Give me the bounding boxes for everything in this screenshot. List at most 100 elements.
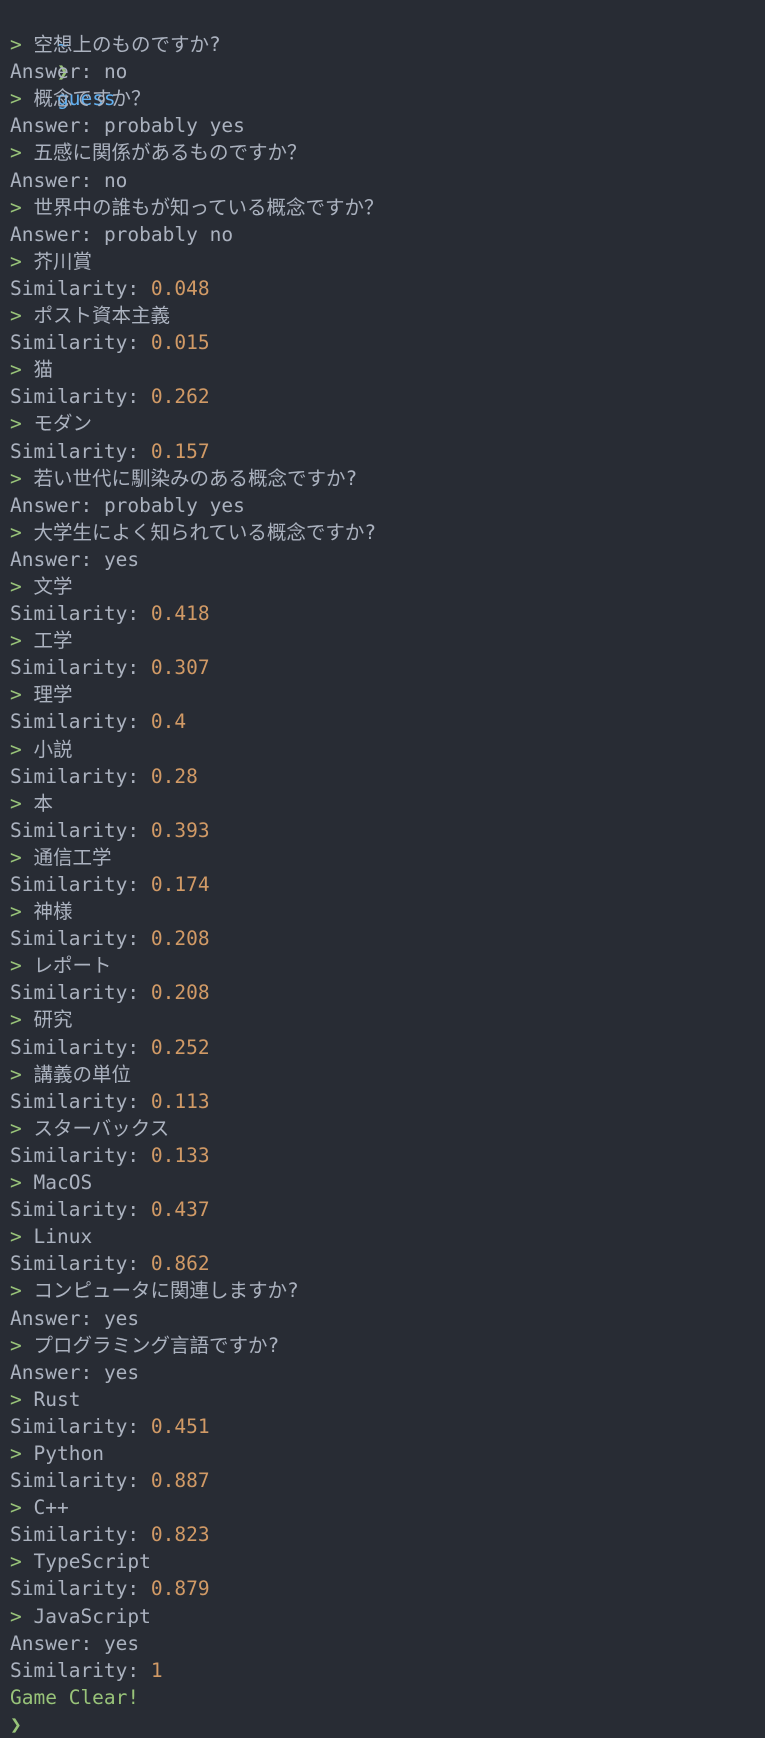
input-marker: > — [10, 87, 22, 111]
terminal-entry: > 芥川賞 Similarity: 0.048 — [10, 248, 765, 302]
similarity-line: Similarity: 0.133 — [10, 1142, 765, 1169]
input-line: > Linux — [10, 1223, 765, 1250]
similarity-line: Similarity: 0.048 — [10, 275, 765, 302]
terminal-entry: > 研究 Similarity: 0.252 — [10, 1006, 765, 1060]
answer-label: Answer: — [10, 168, 93, 192]
terminal-entry: > スターバックス Similarity: 0.133 — [10, 1115, 765, 1169]
similarity-line: Similarity: 0.208 — [10, 979, 765, 1006]
similarity-line: Similarity: 0.393 — [10, 817, 765, 844]
similarity-line: Similarity: 0.262 — [10, 383, 765, 410]
similarity-label: Similarity: — [10, 385, 140, 409]
input-marker: > — [10, 900, 22, 924]
input-line: > 大学生によく知られている概念ですか? — [10, 519, 765, 546]
answer-line: Answer: no — [10, 58, 765, 85]
input-marker: > — [10, 683, 22, 707]
similarity-label: Similarity: — [10, 764, 140, 788]
terminal-entry: > 小説 Similarity: 0.28 — [10, 736, 765, 790]
input-marker: > — [10, 1008, 22, 1032]
input-text: JavaScript — [33, 1604, 151, 1628]
terminal-entry: > C++ Similarity: 0.823 — [10, 1494, 765, 1548]
similarity-label: Similarity: — [10, 873, 140, 896]
similarity-value: 0.28 — [150, 764, 198, 788]
input-text: 文学 — [33, 574, 73, 598]
answer-line: Answer: probably yes — [10, 492, 765, 519]
final-similarity-line: Similarity: 1 — [10, 1657, 765, 1684]
similarity-value: 0.307 — [150, 656, 210, 680]
input-line: > Rust — [10, 1386, 765, 1413]
input-line: > TypeScript — [10, 1548, 765, 1575]
input-marker: > — [10, 304, 22, 328]
similarity-line: Similarity: 0.307 — [10, 654, 765, 681]
terminal-entry: > 世界中の誰もが知っている概念ですか？ Answer: probably no — [10, 194, 765, 248]
similarity-value: 0.887 — [150, 1469, 210, 1493]
terminal-entry: > 猫 Similarity: 0.262 — [10, 356, 765, 410]
input-line: > 芥川賞 — [10, 248, 765, 275]
answer-line: Answer: probably no — [10, 221, 765, 248]
input-line: > 小説 — [10, 736, 765, 763]
input-line: > 空想上のものですか? — [10, 31, 765, 58]
end-prompt-symbol[interactable]: ❯ — [10, 1711, 765, 1738]
input-line: > 工学 — [10, 627, 765, 654]
input-text: 若い世代に馴染みのある概念ですか? — [33, 466, 358, 490]
input-line: > 本 — [10, 790, 765, 817]
similarity-label: Similarity: — [10, 1089, 140, 1113]
similarity-line: Similarity: 0.823 — [10, 1521, 765, 1548]
answer-line: Answer: probably yes — [10, 112, 765, 139]
similarity-label: Similarity: — [10, 1143, 140, 1167]
similarity-value: 0.862 — [150, 1252, 210, 1276]
similarity-value: 0.113 — [150, 1089, 210, 1113]
input-text: 工学 — [33, 629, 73, 653]
answer-line: Answer: yes — [10, 1359, 765, 1386]
similarity-value: 0.437 — [150, 1198, 210, 1222]
input-text: C++ — [33, 1496, 69, 1520]
answer-label: Answer: — [10, 222, 93, 246]
similarity-line: Similarity: 0.4 — [10, 708, 765, 735]
similarity-value: 0.174 — [150, 873, 210, 896]
input-line: > 講義の単位 — [10, 1061, 765, 1088]
similarity-label: Similarity: — [10, 1252, 140, 1276]
terminal-entry: > 工学 Similarity: 0.307 — [10, 627, 765, 681]
similarity-line: Similarity: 0.28 — [10, 763, 765, 790]
similarity-line: Similarity: 0.437 — [10, 1196, 765, 1223]
similarity-value: 0.4 — [150, 710, 187, 734]
input-text: MacOS — [33, 1171, 93, 1195]
input-text: 空想上のものですか? — [33, 33, 221, 57]
input-marker: > — [10, 520, 22, 544]
input-marker: > — [10, 791, 22, 815]
input-text: Linux — [33, 1225, 93, 1249]
input-marker: > — [10, 141, 22, 165]
similarity-line: Similarity: 0.418 — [10, 600, 765, 627]
similarity-value: 0.133 — [150, 1143, 210, 1167]
terminal-entry: > ポスト資本主義 Similarity: 0.015 — [10, 302, 765, 356]
input-text: Rust — [33, 1387, 81, 1411]
input-marker: > — [10, 33, 22, 57]
input-text: ポスト資本主義 — [33, 304, 171, 328]
answer-label: Answer: — [10, 60, 93, 84]
input-line: > 猫 — [10, 356, 765, 383]
terminal-window[interactable]: ~ ❯ guess > 空想上のものですか? Answer: no > 概念ですか？… — [0, 0, 765, 1736]
similarity-label: Similarity: — [10, 331, 140, 355]
terminal-entry: > TypeScript Similarity: 0.879 — [10, 1548, 765, 1602]
similarity-value: 0.262 — [150, 385, 210, 409]
input-marker: > — [10, 629, 22, 653]
answer-value: yes — [103, 1360, 140, 1384]
similarity-label: Similarity: — [10, 981, 140, 1005]
answer-value: no — [103, 168, 128, 192]
input-marker: > — [10, 249, 22, 273]
similarity-label: Similarity: — [10, 602, 140, 626]
terminal-entry: > Python Similarity: 0.887 — [10, 1440, 765, 1494]
input-text: 本 — [33, 791, 54, 815]
answer-value: yes — [103, 1306, 140, 1330]
input-marker: > — [10, 1387, 22, 1411]
input-line: > プログラミング言語ですか? — [10, 1332, 765, 1359]
input-marker: > — [10, 737, 22, 761]
input-line: > C++ — [10, 1494, 765, 1521]
prompt-line: ~ ❯ guess — [10, 4, 765, 110]
input-marker: > — [10, 1496, 22, 1520]
input-text: 猫 — [33, 358, 54, 382]
input-marker: > — [10, 466, 22, 490]
similarity-value: 0.418 — [150, 602, 210, 626]
input-text: 五感に関係があるものですか？ — [33, 141, 307, 165]
input-marker: > — [10, 1333, 22, 1357]
terminal-entry: > プログラミング言語ですか? Answer: yes — [10, 1332, 765, 1386]
